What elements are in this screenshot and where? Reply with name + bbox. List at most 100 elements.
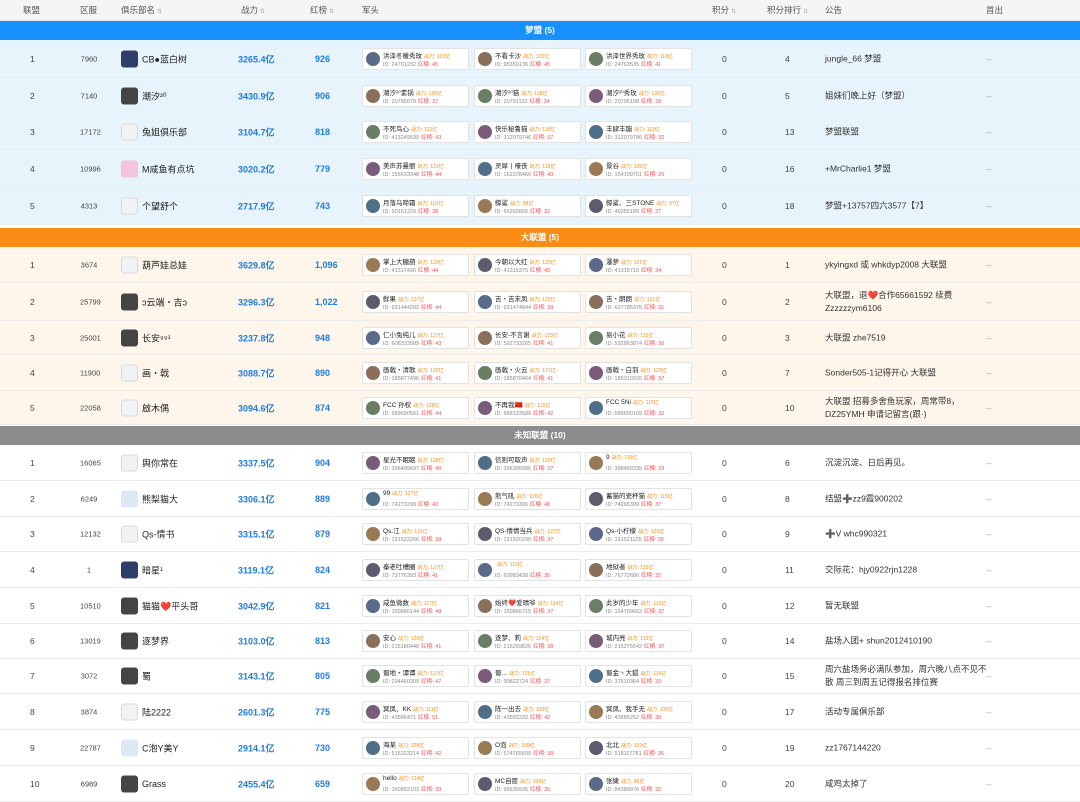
club-name[interactable]: 舆你常在 bbox=[142, 456, 178, 469]
col-leader[interactable]: 军头 bbox=[362, 0, 379, 21]
club-name[interactable]: 个望舒个 bbox=[142, 200, 178, 213]
sort-icon[interactable]: ⇅ bbox=[157, 9, 162, 15]
leader-card[interactable]: 丰肆丰蹦 战力: 113亿 ID: 312079786 红榜: 32 bbox=[585, 120, 692, 143]
club-name[interactable]: 猫猫❤️平头哥 bbox=[142, 599, 198, 612]
col-first[interactable]: 首出 bbox=[986, 0, 1003, 21]
club-name[interactable]: 画・戟 bbox=[142, 366, 169, 379]
leader-card[interactable]: 蜀... 战力: 121亿 ID: 30822724 红榜: 37 bbox=[474, 665, 581, 687]
leader-card[interactable]: 画戟・清歌 战力: 122亿 ID: 185877496 红榜: 41 bbox=[362, 361, 469, 384]
table-row[interactable]: 9 22787 C泡Y美Y 2914.1亿 730 海某 战力: 128亿 ID: 51532… bbox=[0, 730, 1080, 766]
club-name[interactable]: 暗星¹ bbox=[142, 563, 163, 576]
table-row[interactable]: 4 1 暗星¹ 3119.1亿 824 秦老吐槽圈 战力: 127亿 ID: 73776393… bbox=[0, 552, 1080, 588]
club-name[interactable]: 陆2222 bbox=[142, 705, 171, 718]
leader-card[interactable]: 仁小兔纯儿 战力: 127亿 ID: 608333589 红榜: 43 bbox=[362, 326, 469, 349]
leader-card[interactable]: 冥凤、KK 战力: 111亿 ID: 43886471 红榜: 51 bbox=[362, 700, 469, 723]
leader-card[interactable]: 潮汐²⁰素锅 战力: 130亿 ID: 20786079 红榜: 37 bbox=[362, 84, 469, 107]
leader-card[interactable]: 此岁的少年 战力: 110亿 ID: 154709662 红榜: 37 bbox=[585, 594, 692, 617]
leader-card[interactable]: 蜀金丶大狐 战力: 116亿 ID: 37610364 红榜: 33 bbox=[585, 665, 692, 687]
leader-card[interactable]: 美声苏曼丽 战力: 121亿 ID: 155633348 红榜: 44 bbox=[362, 157, 469, 180]
club-name[interactable]: 潮汐²⁰ bbox=[142, 89, 167, 102]
table-row[interactable]: 1 7960 CB●蓝白树 3265.4亿 926 洪泽冬暖秀玫 战力: 123亿 ID: 2… bbox=[0, 40, 1080, 78]
table-row[interactable]: 4 11900 画・戟 3088.7亿 890 画戟・清歌 战力: 122亿 ID: 1858… bbox=[0, 355, 1080, 391]
club-name[interactable]: ↄ云端・吉ↄ bbox=[142, 295, 187, 308]
table-row[interactable]: 2 6249 熊梨猫大 3306.1亿 889 99 战力: 127亿 ID: 7427329… bbox=[0, 481, 1080, 517]
leader-card[interactable]: 9 战力: 119亿 ID: 398499335 红榜: 28 bbox=[585, 451, 692, 474]
leader-card[interactable]: 蜀地・谭谭 战力: 127亿 ID: 234460309 红榜: 47 bbox=[362, 665, 469, 687]
leader-card[interactable]: 熊气吼 战力: 126亿 ID: 74273306 红榜: 41 bbox=[474, 487, 581, 510]
table-row[interactable]: 1 3674 葫芦娃总娃 3629.8亿 1,096 掌上大糖葫 战力: 129亿 ID: 4… bbox=[0, 247, 1080, 283]
leader-card[interactable]: 长安-不言谢 战力: 123亿 ID: 592733265 红榜: 41 bbox=[474, 326, 581, 349]
table-row[interactable]: 1 16065 舆你常在 3337.5亿 904 星光不眠眠 战力: 128亿 ID: 396… bbox=[0, 445, 1080, 481]
section-header[interactable]: 大联盟 (5) bbox=[0, 228, 1080, 247]
leader-card[interactable]: 吉・朗朗 战力: 121亿 ID: 627785376 红榜: 31 bbox=[585, 290, 692, 313]
table-row[interactable]: 3 12132 Qs-情书 3315.1亿 879 Qs.江 战力: 131亿 ID: 191… bbox=[0, 517, 1080, 552]
leader-card[interactable]: 吉・吉末凤 战力: 125亿 ID: 631474844 红榜: 38 bbox=[474, 290, 581, 313]
leader-card[interactable]: 潮汐²⁰秀玫 战力: 126亿 ID: 20795108 红榜: 28 bbox=[585, 84, 692, 107]
leader-card[interactable]: 不看卡沙 战力: 121亿 ID: 95359136 红榜: 45 bbox=[474, 47, 581, 70]
table-row[interactable]: 7 3072 蜀 3143.1亿 805 蜀地・谭谭 战力: 127亿 ID: 2344603… bbox=[0, 659, 1080, 694]
leader-card[interactable]: Qs.江 战力: 131亿 ID: 191522256 红榜: 38 bbox=[362, 523, 469, 545]
club-name[interactable]: 熊梨猫大 bbox=[142, 492, 178, 505]
leader-card[interactable]: 洪泽世界秀玫 战力: 119亿 ID: 24763535 红榜: 41 bbox=[585, 47, 692, 70]
leader-card[interactable]: MC自愿 战力: 109亿 ID: 95635935 红榜: 35 bbox=[474, 772, 581, 795]
leader-card[interactable]: 咸鱼微数 战力: 117亿 ID: 150866144 红榜: 48 bbox=[362, 594, 469, 617]
club-name[interactable]: 蜀 bbox=[142, 670, 151, 683]
leader-card[interactable]: 鲸鲨、三STONE 战力: 97亿 ID: 49355189 红榜: 27 bbox=[585, 195, 692, 217]
sort-icon[interactable]: ⇅ bbox=[329, 9, 334, 15]
leader-card[interactable]: 易小花 战力: 115亿 ID: 592863874 红榜: 36 bbox=[585, 326, 692, 349]
section-header[interactable]: 梦盟 (5) bbox=[0, 21, 1080, 40]
col-red[interactable]: 红榜 ⇅ bbox=[310, 0, 334, 21]
leader-card[interactable]: 安心 战力: 126亿 ID: 215180448 红榜: 41 bbox=[362, 630, 469, 652]
leader-card[interactable]: 张婕 战力: 96亿 ID: 84389976 红榜: 32 bbox=[585, 772, 692, 795]
leader-card[interactable]: 冥凤、我手无 战力: 105亿 ID: 43885252 红榜: 38 bbox=[585, 700, 692, 723]
leader-card[interactable]: 鲸鲨 战力: 98亿 ID: 66203802 红榜: 32 bbox=[474, 195, 581, 217]
table-row[interactable]: 4 10996 M咸鱼有点坑 3020.2亿 779 美声苏曼丽 战力: 121亿 ID: 1… bbox=[0, 150, 1080, 188]
club-name[interactable]: CB●蓝白树 bbox=[142, 52, 187, 65]
leader-card[interactable]: 99 战力: 127亿 ID: 74273299 红榜: 43 bbox=[362, 487, 469, 510]
sort-icon[interactable]: ⇅ bbox=[731, 9, 736, 15]
leader-card[interactable]: 洪泽冬暖秀玫 战力: 123亿 ID: 24761232 红榜: 45 bbox=[362, 47, 469, 70]
col-power[interactable]: 战力 ⇅ bbox=[241, 0, 265, 21]
club-name[interactable]: M咸鱼有点坑 bbox=[142, 162, 195, 175]
leader-card[interactable]: O泡 战力: 109亿 ID: 574765600 红榜: 38 bbox=[474, 736, 581, 759]
col-zone[interactable]: 区服 bbox=[80, 0, 97, 21]
table-row[interactable]: 8 3874 陆2222 2601.3亿 775 冥凤、KK 战力: 111亿 ID: 438… bbox=[0, 694, 1080, 730]
col-rank[interactable]: 联盟 bbox=[23, 0, 40, 21]
col-score-rank[interactable]: 积分排行 ⇅ bbox=[767, 0, 808, 21]
club-name[interactable]: C泡Y美Y bbox=[142, 741, 179, 754]
col-club[interactable]: 俱乐部名 ⇅ bbox=[121, 0, 162, 21]
leader-card[interactable]: 景谷 战力: 105亿 ID: 154109761 红榜: 26 bbox=[585, 157, 692, 180]
table-row[interactable]: 3 25001 长安⁹⁹¹ 3237.8亿 948 仁小兔纯儿 战力: 127亿 ID: 60… bbox=[0, 321, 1080, 355]
club-name[interactable]: 长安⁹⁹¹ bbox=[142, 331, 171, 344]
leader-card[interactable]: 瀑萝 战力: 121亿 ID: 41315710 红榜: 34 bbox=[585, 253, 692, 276]
leader-card[interactable]: 不再我🇨🇳 战力: 115亿 ID: 588133589 红榜: 42 bbox=[474, 396, 581, 419]
table-row[interactable]: 5 22058 啟︎木偶 3094.6亿 874 FCC 孙权 战力: 128亿 ID: 58… bbox=[0, 391, 1080, 425]
leader-card[interactable]: 画戟・火云 战力: 121亿 ID: 185870464 红榜: 41 bbox=[474, 361, 581, 384]
leader-card[interactable]: 城内亮 战力: 113亿 ID: 215275542 红榜: 37 bbox=[585, 630, 692, 652]
leader-card[interactable]: FCC 5Ni 战力: 119亿 ID: 589600109 红榜: 32 bbox=[585, 396, 692, 419]
leader-card[interactable]: 地狱者 战力: 115亿 ID: 76772686 红榜: 32 bbox=[585, 558, 692, 581]
leader-card[interactable]: 画戟・白羽 战力: 120亿 ID: 185310326 红榜: 37 bbox=[585, 361, 692, 384]
club-name[interactable]: 啟︎木偶 bbox=[142, 401, 169, 414]
leader-card[interactable]: 始终❤️爱晴爷 战力: 114亿 ID: 150866715 红榜: 37 bbox=[474, 594, 581, 617]
leader-card[interactable]: QS-情情当兵 战力: 127亿 ID: 191520200 红榜: 37 bbox=[474, 523, 581, 545]
leader-card[interactable]: Qs-小柠檬 战力: 126亿 ID: 191521125 红榜: 35 bbox=[585, 523, 692, 545]
table-row[interactable]: 2 25799 ↄ云端・吉ↄ 3296.3亿 1,022 鲜果 战力: 127亿 ID: 63… bbox=[0, 283, 1080, 321]
table-row[interactable]: 5 10510 猫猫❤️平头哥 3042.9亿 821 咸鱼微数 战力: 117亿 ID: 1… bbox=[0, 588, 1080, 624]
leader-card[interactable]: 星光不眠眠 战力: 128亿 ID: 396499697 红榜: 46 bbox=[362, 451, 469, 474]
leader-card[interactable]: 蓄猫的瓷杯猫 战力: 115亿 ID: 74265399 红榜: 37 bbox=[585, 487, 692, 510]
table-row[interactable]: 3 17172 兔姐俱乐部 3104.7亿 818 不死鸟心 战力: 122亿 ID: 413… bbox=[0, 114, 1080, 150]
sort-icon[interactable]: ⇅ bbox=[260, 9, 265, 15]
leader-card[interactable]: FCC 孙权 战力: 128亿 ID: 589690561 红榜: 44 bbox=[362, 396, 469, 419]
col-notice[interactable]: 公告 bbox=[825, 0, 842, 21]
leader-card[interactable]: 快乐秘鲁猫 战力: 118亿 ID: 312079746 红榜: 37 bbox=[474, 120, 581, 143]
leader-card[interactable]: 月落乌啼霜 战力: 101亿 ID: 50161229 红榜: 38 bbox=[362, 195, 469, 217]
leader-card[interactable]: 今朝以大红 战力: 123亿 ID: 41315375 红榜: 42 bbox=[474, 253, 581, 276]
leader-card[interactable]: 掌上大糖葫 战力: 129亿 ID: 41317436 红榜: 44 bbox=[362, 253, 469, 276]
table-row[interactable]: 5 4313 个望舒个 2717.9亿 743 月落乌啼霜 战力: 101亿 ID: 5016… bbox=[0, 188, 1080, 225]
leader-card[interactable]: 秦老吐槽圈 战力: 127亿 ID: 73776393 红榜: 41 bbox=[362, 558, 469, 581]
leader-card[interactable]: 不死鸟心 战力: 122亿 ID: 413249599 红榜: 43 bbox=[362, 120, 469, 143]
section-header[interactable]: 未知联盟 (10) bbox=[0, 426, 1080, 445]
sort-icon[interactable]: ⇅ bbox=[803, 9, 808, 15]
leader-card[interactable]: 潮汐²⁰猫 战力: 128亿 ID: 20791122 红榜: 34 bbox=[474, 84, 581, 107]
